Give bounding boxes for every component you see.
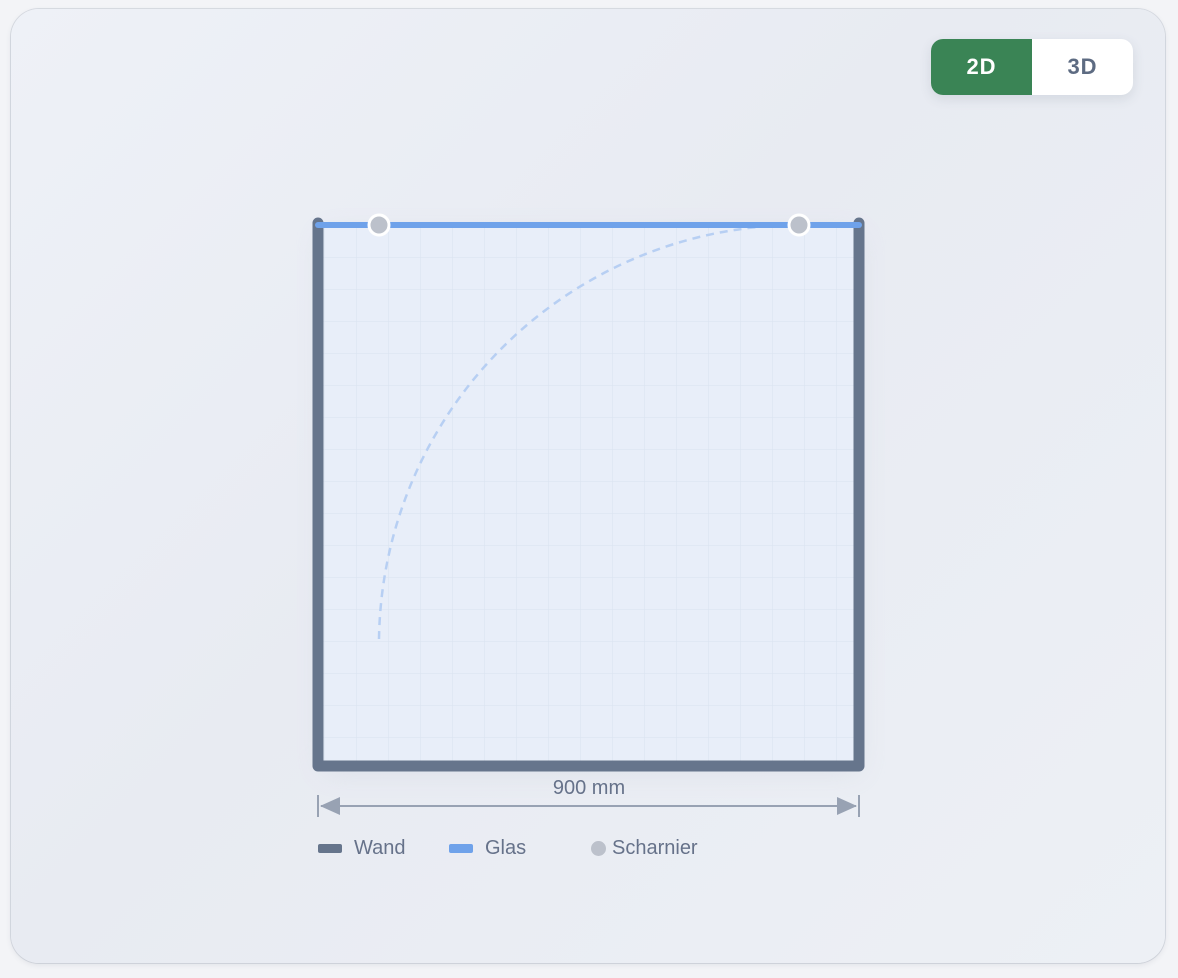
hinge-dot-icon (591, 840, 606, 856)
dimension-arrow-left-icon (320, 797, 340, 815)
legend: Wand Glas Scharnier (318, 833, 778, 863)
legend-wall-label: Wand (354, 836, 406, 859)
legend-glass-label: Glas (485, 836, 527, 859)
hinge-left[interactable] (367, 213, 391, 237)
legend-item-wall: Wand (318, 833, 406, 863)
dimension-label: 900 mm (553, 777, 625, 799)
dimension-arrow-right-icon (837, 797, 857, 815)
floor-grid (318, 225, 857, 766)
floor-plan-diagram: 900 mm (312, 213, 865, 817)
view-mode-toggle: 2D 3D (931, 39, 1133, 95)
width-dimension: 900 mm (317, 777, 860, 817)
legend-item-hinge: Scharnier (591, 833, 698, 863)
glass-swatch-icon (449, 843, 473, 853)
wall-swatch-icon (318, 843, 342, 853)
legend-item-glass: Glas (449, 833, 526, 863)
visualizer-card: 900 mm 2D 3D Wand Glas Scharnier (11, 9, 1165, 963)
view-3d-button[interactable]: 3D (1032, 39, 1133, 95)
legend-hinge-label: Scharnier (612, 836, 698, 859)
view-2d-button[interactable]: 2D (931, 39, 1032, 95)
hinge-right[interactable] (787, 213, 811, 237)
